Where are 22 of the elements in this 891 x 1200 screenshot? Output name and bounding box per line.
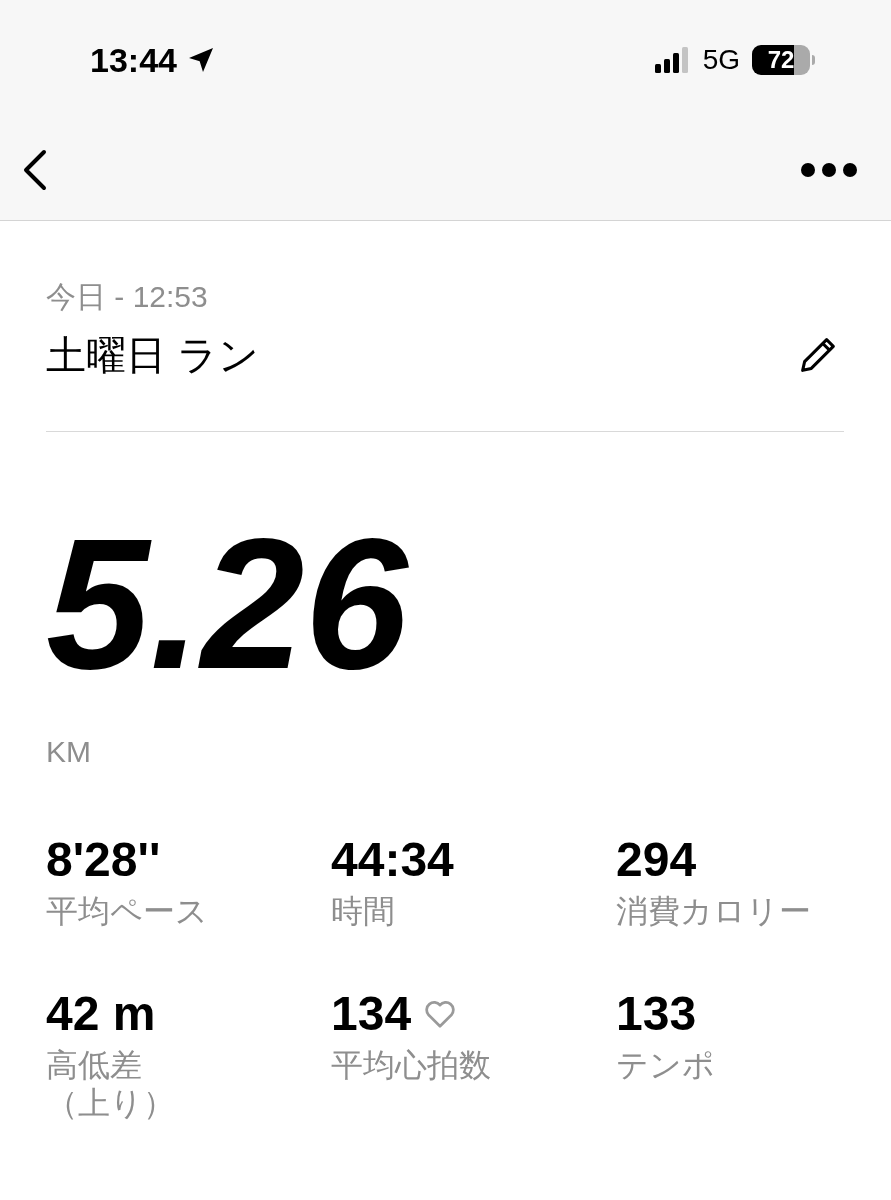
stat-value: 294: [616, 832, 697, 888]
stat-value: 44:34: [331, 832, 454, 888]
status-time: 13:44: [90, 39, 177, 81]
distance-value: 5.26: [46, 499, 410, 709]
stat-label: 高低差: [46, 1046, 143, 1084]
stat-value: 42 m: [46, 986, 156, 1042]
network-label: 5G: [702, 43, 740, 77]
signal-icon: [654, 47, 691, 73]
stat-value: 8'28'': [46, 832, 161, 888]
activity-title: 土曜日 ラン: [46, 332, 260, 379]
stat-label: 平均心拍数: [331, 1046, 492, 1084]
stat-value: 133: [616, 986, 697, 1042]
stat-label: テンポ: [616, 1046, 716, 1084]
battery-indicator: 72: [752, 45, 810, 75]
activity-date: 今日 - 12:53: [46, 279, 209, 315]
heart-icon: [423, 999, 458, 1029]
stat-sublabel: （上り）: [46, 1084, 176, 1122]
stat-label: 時間: [331, 892, 396, 930]
stat-label: 消費カロリー: [616, 892, 812, 930]
distance-unit: KM: [46, 734, 92, 770]
stat-value: 134: [331, 986, 412, 1042]
stat-label: 平均ペース: [46, 892, 209, 930]
